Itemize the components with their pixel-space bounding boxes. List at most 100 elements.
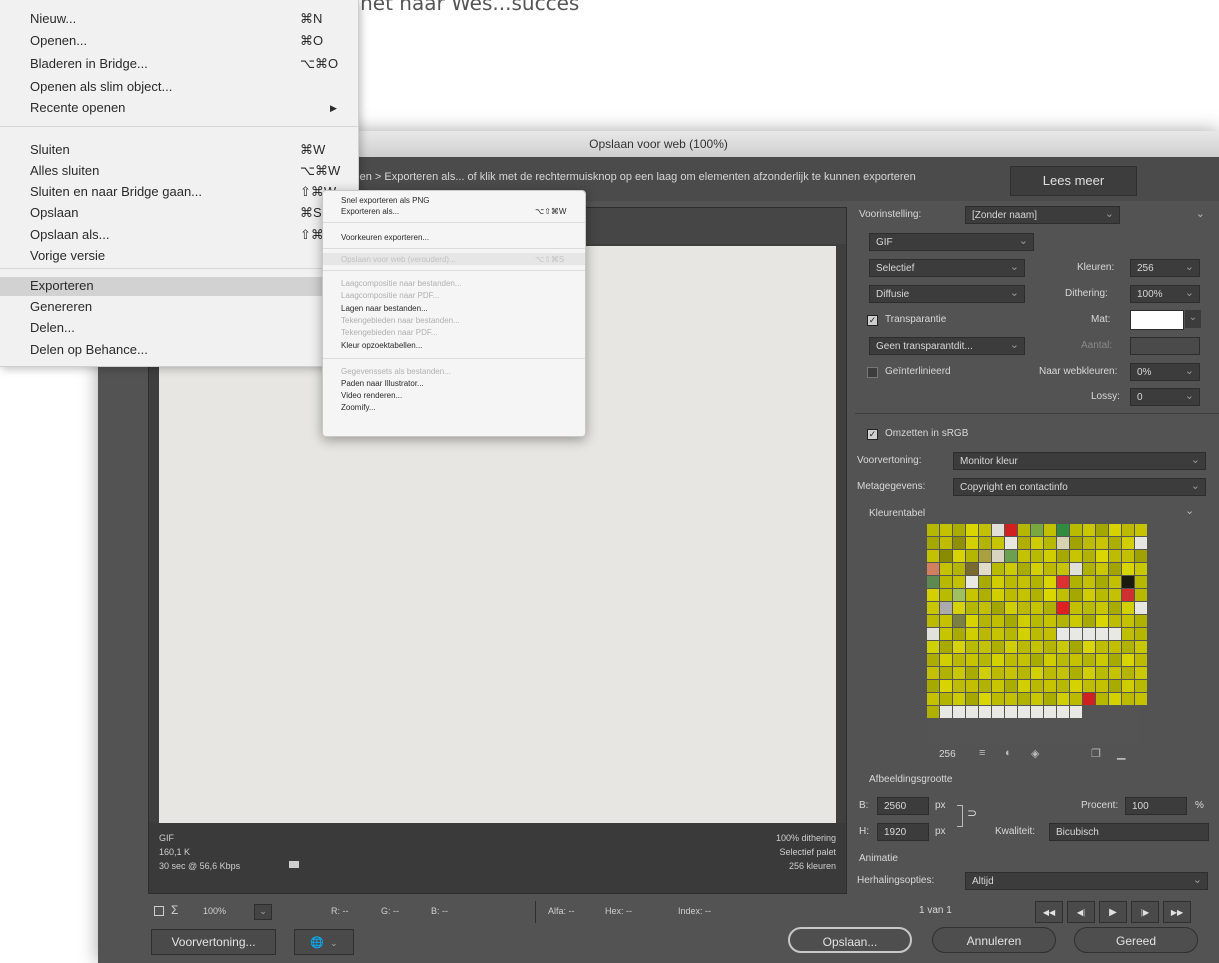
file-menu-item[interactable]: Exporteren bbox=[30, 278, 94, 293]
color-swatch[interactable] bbox=[1005, 641, 1017, 653]
lock-color-icon[interactable]: ◐ bbox=[1005, 747, 1012, 759]
file-menu-item[interactable]: Nieuw... bbox=[30, 11, 76, 26]
color-swatch[interactable] bbox=[953, 615, 965, 627]
color-swatch[interactable] bbox=[1044, 589, 1056, 601]
color-swatch[interactable] bbox=[979, 602, 991, 614]
color-swatch[interactable] bbox=[940, 563, 952, 575]
color-swatch[interactable] bbox=[1044, 602, 1056, 614]
color-swatch[interactable] bbox=[1018, 628, 1030, 640]
loop-dropdown[interactable]: Altijd bbox=[965, 872, 1208, 890]
color-swatch[interactable] bbox=[979, 589, 991, 601]
color-swatch[interactable] bbox=[1005, 654, 1017, 666]
color-swatch[interactable] bbox=[1005, 628, 1017, 640]
color-swatch[interactable] bbox=[1031, 628, 1043, 640]
color-swatch[interactable] bbox=[1018, 537, 1030, 549]
color-swatch[interactable] bbox=[992, 680, 1004, 692]
color-swatch[interactable] bbox=[927, 706, 939, 718]
color-swatch[interactable] bbox=[1083, 602, 1095, 614]
color-swatch[interactable] bbox=[1005, 589, 1017, 601]
matte-dropdown-icon[interactable]: ⌄ bbox=[1185, 310, 1201, 328]
color-swatch[interactable] bbox=[1018, 576, 1030, 588]
color-swatch[interactable] bbox=[1018, 550, 1030, 562]
color-swatch[interactable] bbox=[1122, 641, 1134, 653]
file-menu-item[interactable]: Delen op Behance... bbox=[30, 342, 148, 357]
color-swatch[interactable] bbox=[1018, 667, 1030, 679]
color-swatch[interactable] bbox=[1135, 615, 1147, 627]
browser-select-button[interactable]: 🌐 ⌄ bbox=[294, 929, 354, 955]
color-swatch[interactable] bbox=[1083, 563, 1095, 575]
submenu-item[interactable]: Paden naar Illustrator... bbox=[341, 379, 424, 388]
color-swatch[interactable] bbox=[1122, 524, 1134, 536]
color-swatch[interactable] bbox=[1096, 628, 1108, 640]
color-swatch[interactable] bbox=[1109, 641, 1121, 653]
color-swatch[interactable] bbox=[1031, 693, 1043, 705]
color-swatch[interactable] bbox=[1005, 680, 1017, 692]
color-swatch[interactable] bbox=[1018, 641, 1030, 653]
color-swatch[interactable] bbox=[1070, 706, 1082, 718]
file-menu-item[interactable]: Delen... bbox=[30, 320, 75, 335]
panel-menu-icon[interactable]: ⌄ bbox=[1175, 207, 1205, 223]
color-swatch[interactable] bbox=[1096, 615, 1108, 627]
color-swatch[interactable] bbox=[1044, 563, 1056, 575]
color-swatch[interactable] bbox=[1135, 680, 1147, 692]
color-swatch[interactable] bbox=[992, 667, 1004, 679]
color-swatch[interactable] bbox=[1070, 602, 1082, 614]
color-swatch[interactable] bbox=[1083, 654, 1095, 666]
color-swatch[interactable] bbox=[979, 680, 991, 692]
sigma-icon[interactable]: Σ bbox=[171, 903, 178, 917]
color-swatch[interactable] bbox=[992, 693, 1004, 705]
color-swatch[interactable] bbox=[1044, 628, 1056, 640]
file-menu-item[interactable]: Bladeren in Bridge... bbox=[30, 56, 148, 71]
color-swatch[interactable] bbox=[1122, 667, 1134, 679]
submenu-item[interactable]: Laagcompositie naar PDF... bbox=[341, 291, 439, 300]
color-swatch[interactable] bbox=[1083, 641, 1095, 653]
map-color-icon[interactable]: ≡ bbox=[979, 747, 985, 759]
width-field[interactable]: 2560 bbox=[877, 797, 929, 815]
color-swatch[interactable] bbox=[1109, 576, 1121, 588]
color-swatch[interactable] bbox=[1122, 550, 1134, 562]
submenu-item[interactable]: Voorkeuren exporteren... bbox=[341, 233, 429, 242]
color-swatch[interactable] bbox=[1005, 576, 1017, 588]
color-swatch[interactable] bbox=[1070, 615, 1082, 627]
color-swatch[interactable] bbox=[1109, 563, 1121, 575]
color-swatch[interactable] bbox=[1122, 589, 1134, 601]
color-swatch[interactable] bbox=[1005, 693, 1017, 705]
color-swatch[interactable] bbox=[1109, 667, 1121, 679]
color-swatch[interactable] bbox=[1096, 641, 1108, 653]
color-swatch[interactable] bbox=[1070, 524, 1082, 536]
color-swatch[interactable] bbox=[940, 706, 952, 718]
color-swatch[interactable] bbox=[940, 628, 952, 640]
color-swatch[interactable] bbox=[966, 654, 978, 666]
color-swatch[interactable] bbox=[1018, 654, 1030, 666]
color-swatch[interactable] bbox=[979, 641, 991, 653]
color-swatch[interactable] bbox=[1083, 693, 1095, 705]
color-swatch[interactable] bbox=[1057, 524, 1069, 536]
color-swatch[interactable] bbox=[966, 589, 978, 601]
color-swatch[interactable] bbox=[1083, 550, 1095, 562]
color-swatch[interactable] bbox=[966, 628, 978, 640]
color-swatch[interactable] bbox=[979, 524, 991, 536]
color-swatch[interactable] bbox=[966, 615, 978, 627]
color-swatch[interactable] bbox=[1109, 524, 1121, 536]
color-swatch[interactable] bbox=[953, 589, 965, 601]
color-swatch[interactable] bbox=[966, 550, 978, 562]
color-swatch[interactable] bbox=[940, 524, 952, 536]
submenu-item[interactable]: Tekengebieden naar bestanden... bbox=[341, 316, 460, 325]
color-swatch[interactable] bbox=[1135, 641, 1147, 653]
submenu-item[interactable]: Snel exporteren als PNG bbox=[341, 196, 430, 205]
color-swatch[interactable] bbox=[1083, 680, 1095, 692]
color-swatch[interactable] bbox=[979, 706, 991, 718]
color-swatch[interactable] bbox=[1109, 628, 1121, 640]
submenu-item[interactable]: Gegevenssets als bestanden... bbox=[341, 367, 451, 376]
color-swatch[interactable] bbox=[992, 589, 1004, 601]
color-swatch[interactable] bbox=[940, 654, 952, 666]
play-button[interactable]: ▶ bbox=[1099, 901, 1127, 923]
dither-dropdown[interactable]: Diffusie bbox=[869, 285, 1025, 303]
transparency-dither-dropdown[interactable]: Geen transparantdit... bbox=[869, 337, 1025, 355]
color-swatch[interactable] bbox=[1135, 524, 1147, 536]
color-swatch[interactable] bbox=[1096, 537, 1108, 549]
color-swatch[interactable] bbox=[1122, 576, 1134, 588]
color-swatch[interactable] bbox=[1031, 589, 1043, 601]
first-frame-button[interactable]: ◀◀ bbox=[1035, 901, 1063, 923]
color-swatch[interactable] bbox=[953, 641, 965, 653]
